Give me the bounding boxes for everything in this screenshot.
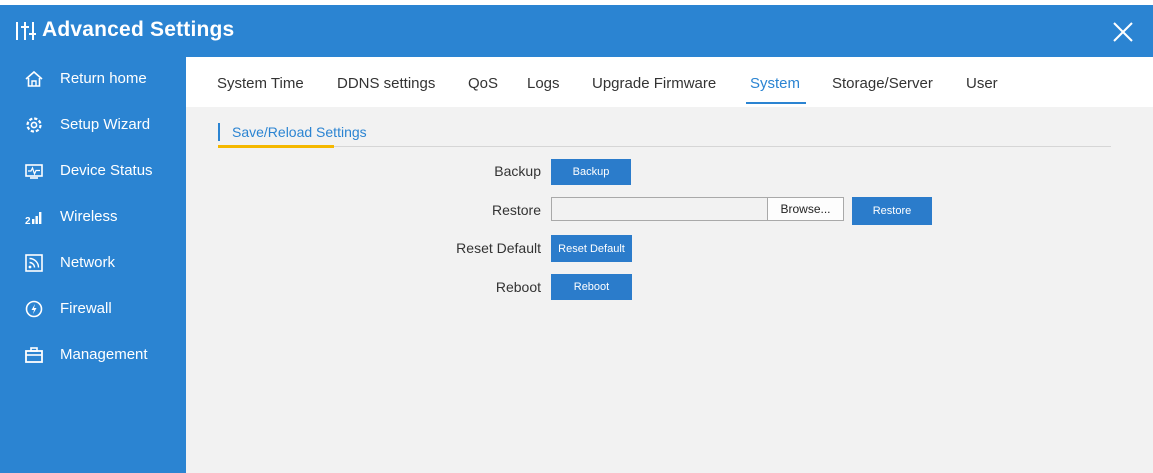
backup-label: Backup xyxy=(494,163,541,179)
tab-storage-server[interactable]: Storage/Server xyxy=(832,75,933,92)
section-marker xyxy=(218,123,220,141)
backup-button[interactable]: Backup xyxy=(551,159,631,185)
section-header: Save/Reload Settings xyxy=(218,123,1111,148)
section-accent-line xyxy=(218,145,334,148)
sidebar-item-label: Management xyxy=(60,346,148,363)
sidebar-item-setup-wizard[interactable]: Setup Wizard xyxy=(0,105,186,145)
sidebar-item-label: Network xyxy=(60,254,116,271)
sidebar-item-network[interactable]: Network xyxy=(0,243,186,283)
active-tab-indicator xyxy=(746,102,806,104)
tab-system-time[interactable]: System Time xyxy=(217,75,304,92)
reset-default-button[interactable]: Reset Default xyxy=(551,235,632,262)
restore-file-field[interactable] xyxy=(551,197,768,221)
sliders-icon xyxy=(16,22,36,40)
title-bar: Advanced Settings xyxy=(0,5,1153,57)
signal-icon: 2 xyxy=(25,212,42,226)
sidebar-item-return-home[interactable]: Return home xyxy=(0,59,186,99)
restore-button[interactable]: Restore xyxy=(852,197,932,225)
tab-bar: System Time DDNS settings QoS Logs Upgra… xyxy=(186,57,1153,107)
tab-upgrade-firmware[interactable]: Upgrade Firmware xyxy=(592,75,716,92)
tab-ddns-settings[interactable]: DDNS settings xyxy=(337,75,435,92)
sidebar-item-firewall[interactable]: Firewall xyxy=(0,289,186,329)
network-icon xyxy=(25,254,43,272)
reboot-label: Reboot xyxy=(495,279,541,295)
sidebar-item-label: Firewall xyxy=(60,300,112,317)
sidebar-item-label: Return home xyxy=(60,70,147,87)
section-title: Save/Reload Settings xyxy=(232,124,367,140)
wizard-icon xyxy=(26,117,42,133)
tab-system[interactable]: System xyxy=(750,75,800,92)
restore-label: Restore xyxy=(491,202,541,218)
window-title: Advanced Settings xyxy=(42,18,235,41)
tab-qos[interactable]: QoS xyxy=(468,75,498,92)
sidebar-item-label: Wireless xyxy=(60,208,118,225)
tab-logs[interactable]: Logs xyxy=(527,75,560,92)
sidebar: Return home Setup Wizard Device Status 2 xyxy=(0,57,186,473)
tab-user[interactable]: User xyxy=(966,75,998,92)
advanced-settings-window: Advanced Settings Return home Setup Wiza… xyxy=(0,0,1153,473)
browse-button[interactable]: Browse... xyxy=(767,197,844,221)
sidebar-item-device-status[interactable]: Device Status xyxy=(0,151,186,191)
shield-icon xyxy=(25,300,43,318)
reset-default-label: Reset Default xyxy=(456,240,541,256)
reboot-button[interactable]: Reboot xyxy=(551,274,632,300)
home-icon xyxy=(25,70,43,87)
sidebar-item-label: Device Status xyxy=(60,162,153,179)
close-icon[interactable] xyxy=(1106,15,1140,49)
svg-text:2: 2 xyxy=(25,216,31,226)
main-panel: System Time DDNS settings QoS Logs Upgra… xyxy=(186,57,1153,473)
sidebar-item-label: Setup Wizard xyxy=(60,116,151,133)
toolbox-icon xyxy=(25,347,43,363)
sidebar-item-wireless[interactable]: 2 Wireless xyxy=(0,197,186,237)
status-monitor-icon xyxy=(25,164,43,179)
sidebar-item-management[interactable]: Management xyxy=(0,335,186,375)
